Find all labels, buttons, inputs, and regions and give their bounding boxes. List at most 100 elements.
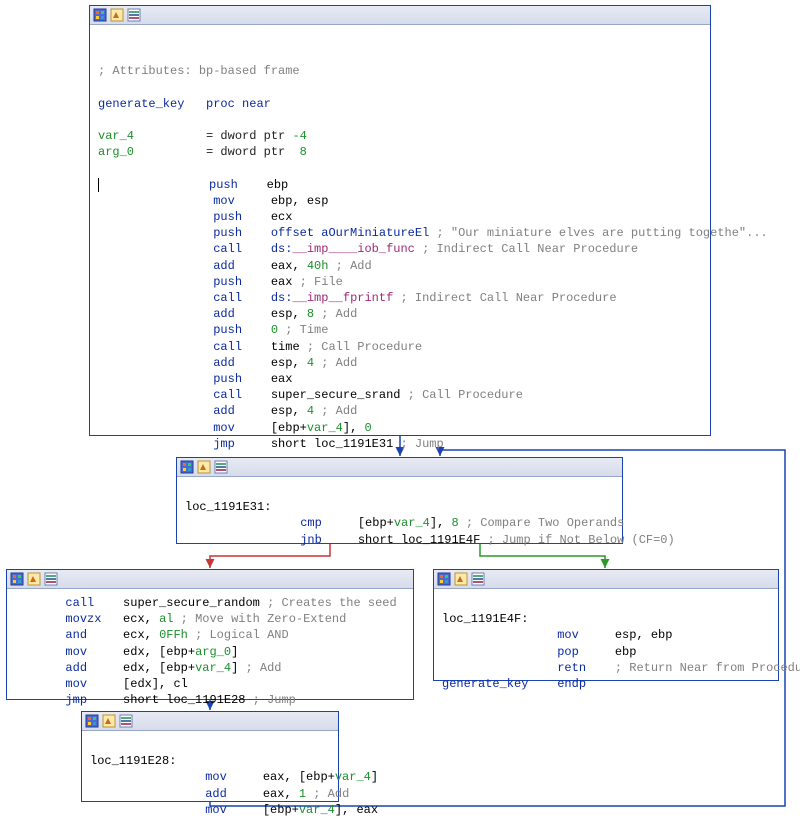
insn-cmp: cmp (300, 516, 322, 530)
arg0-name: arg_0 (98, 145, 134, 159)
insn-call: call (213, 291, 242, 305)
node-titlebar (434, 570, 778, 589)
disasm-body[interactable]: loc_1191E4F: mov esp, ebp pop ebp retn ;… (434, 589, 778, 698)
op-esp8: esp, (271, 307, 307, 321)
op-esp4: esp, (271, 356, 307, 370)
file-comment: ; File (300, 275, 343, 289)
op-eax: eax, (271, 259, 307, 273)
insn-add: add (65, 661, 87, 675)
insn-push: push (213, 226, 242, 240)
insn-add: add (205, 787, 227, 801)
imm-0ffh: 0FFh (159, 628, 188, 642)
group-icon[interactable] (471, 572, 485, 586)
group-icon[interactable] (119, 714, 133, 728)
node-loc-1191E4F[interactable]: loc_1191E4F: mov esp, ebp pop ebp retn ;… (433, 569, 779, 681)
add-comment: ; Add (238, 661, 281, 675)
paint-icon[interactable] (197, 460, 211, 474)
ida-graph-canvas[interactable]: ; Attributes: bp-based frame generate_ke… (0, 0, 800, 808)
insn-add: add (213, 356, 235, 370)
op-ebp: ebp (267, 178, 289, 192)
imp-iob-func: __imp____iob_func (292, 242, 414, 256)
node-loc-1191E31[interactable]: loc_1191E31: cmp [ebp+var_4], 8 ; Compar… (176, 457, 623, 544)
endp-name: generate_key (442, 677, 528, 691)
op-ebp-esp: ebp, esp (271, 194, 329, 208)
op-edx-arg0-b: ] (231, 645, 238, 659)
insn-movzx: movzx (65, 612, 101, 626)
paint-icon[interactable] (27, 572, 41, 586)
disasm-body[interactable]: loc_1191E31: cmp [ebp+var_4], 8 ; Compar… (177, 477, 622, 554)
insn-mov: mov (65, 645, 87, 659)
op-cmp-a: [ebp+ (358, 516, 394, 530)
node-titlebar (7, 570, 413, 589)
op-edx-arg0-a: edx, [ebp+ (123, 645, 195, 659)
add-comment: ; Add (306, 787, 349, 801)
op-eax-file: eax (271, 275, 300, 289)
imm-0: 0 (271, 323, 285, 337)
group-icon[interactable] (127, 8, 141, 22)
insn-call: call (213, 340, 242, 354)
imm-8: 8 (451, 516, 458, 530)
imp-fprintf: __imp__fprintf (292, 291, 393, 305)
jnb-target: short loc_1191E4F (358, 533, 480, 547)
node-generate-key-prologue[interactable]: ; Attributes: bp-based frame generate_ke… (89, 5, 711, 436)
arg0-ref: arg_0 (195, 645, 231, 659)
paint-icon[interactable] (110, 8, 124, 22)
insn-call: call (65, 596, 94, 610)
op-esp4: esp, (271, 404, 307, 418)
imm-4: 4 (307, 404, 314, 418)
insn-mov: mov (213, 421, 235, 435)
disasm-body[interactable]: loc_1191E28: mov eax, [ebp+var_4] add ea… (82, 731, 338, 824)
insn-mov: mov (205, 803, 227, 817)
group-icon[interactable] (214, 460, 228, 474)
node-random-body[interactable]: call super_secure_random ; Creates the s… (6, 569, 414, 700)
var4-ref: var_4 (307, 421, 343, 435)
call-srand: super_secure_srand (271, 388, 401, 402)
insn-jnb: jnb (300, 533, 322, 547)
imm-0: 0 (364, 421, 371, 435)
palette-icon[interactable] (180, 460, 194, 474)
insn-push: push (213, 323, 242, 337)
endp-keyword: endp (557, 677, 586, 691)
loc-label: loc_1191E4F: (442, 612, 528, 626)
disasm-body[interactable]: ; Attributes: bp-based frame generate_ke… (90, 25, 710, 458)
op-mov2b: ], eax (335, 803, 378, 817)
insn-retn: retn (557, 661, 586, 675)
insn-push: push (209, 178, 238, 192)
palette-icon[interactable] (93, 8, 107, 22)
palette-icon[interactable] (437, 572, 451, 586)
arg0-offset: 8 (300, 145, 307, 159)
group-icon[interactable] (44, 572, 58, 586)
proc-keyword: proc near (206, 97, 271, 111)
insn-add: add (213, 404, 235, 418)
op-cmp-b: ], (430, 516, 452, 530)
insn-jmp: jmp (65, 693, 87, 707)
insn-call: call (213, 242, 242, 256)
paint-icon[interactable] (102, 714, 116, 728)
node-loc-1191E28[interactable]: loc_1191E28: mov eax, [ebp+var_4] add ea… (81, 711, 339, 802)
var4-ref: var_4 (195, 661, 231, 675)
imm-4: 4 (307, 356, 314, 370)
op-esp-ebp: esp, ebp (615, 628, 673, 642)
and-comment: ; Logical AND (188, 628, 289, 642)
retn-comment: ; Return Near from Procedure (615, 661, 800, 675)
insn-and: and (65, 628, 87, 642)
insn-push: push (213, 275, 242, 289)
insn-mov: mov (557, 628, 579, 642)
reg-al: al (159, 612, 173, 626)
add-comment: ; Add (314, 404, 357, 418)
op-var4: [ebp+ (271, 421, 307, 435)
op-mov1a: eax, [ebp+ (263, 770, 335, 784)
jmp-target: short loc_1191E31 (271, 437, 393, 451)
node-titlebar (177, 458, 622, 477)
paint-icon[interactable] (454, 572, 468, 586)
op-mov-mem: [edx], cl (123, 677, 188, 691)
insn-push: push (213, 210, 242, 224)
palette-icon[interactable] (85, 714, 99, 728)
insn-mov: mov (65, 677, 87, 691)
var4-ref: var_4 (394, 516, 430, 530)
op-ecx: ecx (271, 210, 293, 224)
disasm-body[interactable]: call super_secure_random ; Creates the s… (7, 589, 413, 714)
insn-call: call (213, 388, 242, 402)
proc-name: generate_key (98, 97, 184, 111)
palette-icon[interactable] (10, 572, 24, 586)
